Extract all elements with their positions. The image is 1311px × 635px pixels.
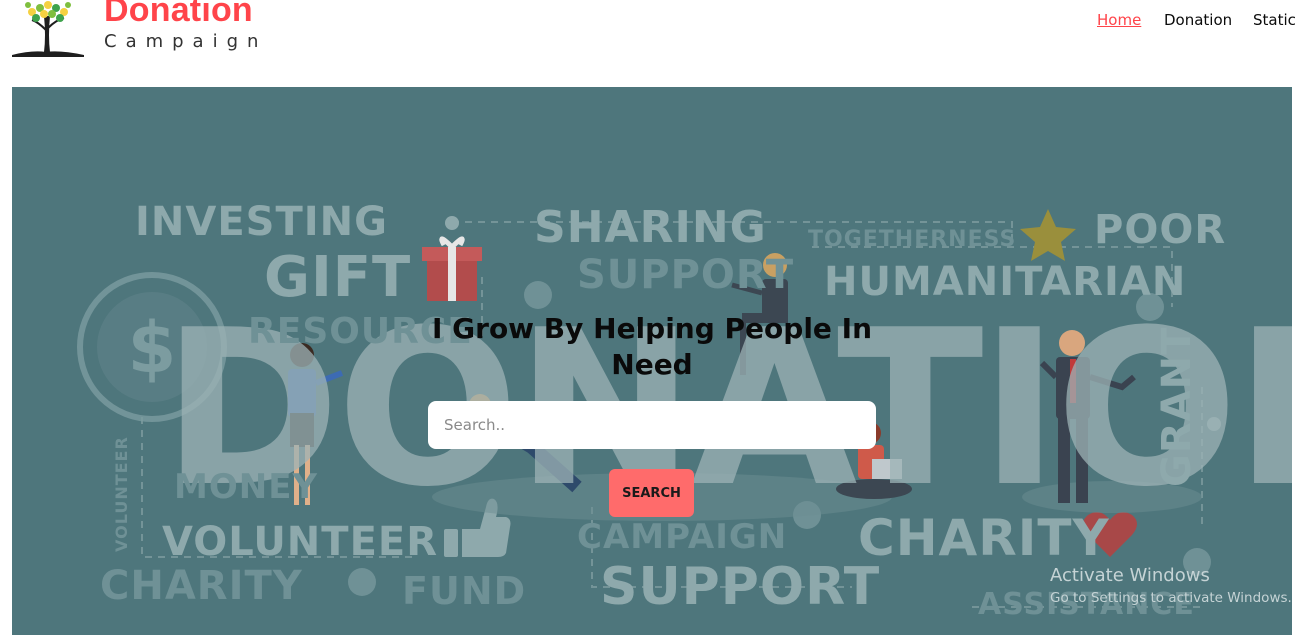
search-input[interactable] — [428, 401, 876, 449]
hero-headline: I Grow By Helping People In Need — [12, 311, 1292, 383]
star-icon — [1020, 209, 1076, 261]
bg-word-fund: FUND — [402, 569, 527, 613]
search-button[interactable]: SEARCH — [609, 469, 694, 517]
activate-windows-title: Activate Windows — [1050, 565, 1210, 586]
bg-word-charity-left: CHARITY — [100, 563, 303, 609]
bg-word-support-top: SUPPORT — [577, 252, 795, 298]
bg-word-sharing: SHARING — [534, 202, 767, 253]
activate-windows-subtitle: Go to Settings to activate Windows. — [1050, 590, 1292, 606]
bg-word-support-bottom: SUPPORT — [600, 557, 881, 617]
bg-word-investing: INVESTING — [135, 199, 388, 245]
bg-word-campaign: CAMPAIGN — [577, 517, 788, 557]
brand-subtitle: Campaign — [104, 31, 268, 52]
bg-word-gift: GIFT — [264, 245, 412, 310]
bg-word-money: MONEY — [174, 467, 319, 507]
bg-word-charity-right: CHARITY — [858, 509, 1110, 567]
site-header: Donation Campaign Home Donation Static — [0, 0, 1311, 86]
bg-word-togetherness: TOGETHERNESS — [808, 227, 1017, 252]
hero-headline-line-2: Need — [611, 348, 693, 381]
main-nav: Home Donation Static — [0, 10, 1311, 34]
nav-item-home[interactable]: Home — [1097, 10, 1141, 30]
bg-word-humanitarian: HUMANITARIAN — [824, 259, 1187, 305]
bg-word-poor: POOR — [1094, 207, 1227, 253]
bg-word-volunteer-vertical: VOLUNTEER — [112, 436, 131, 552]
nav-item-static[interactable]: Static — [1253, 10, 1296, 30]
hero-headline-line-1: I Grow By Helping People In — [431, 312, 872, 345]
bg-word-volunteer: VOLUNTEER — [162, 519, 439, 565]
hero-banner: $ INVESTING SHARING TOGETHERNESS POOR GI… — [12, 87, 1292, 635]
nav-item-donation[interactable]: Donation — [1164, 10, 1232, 30]
